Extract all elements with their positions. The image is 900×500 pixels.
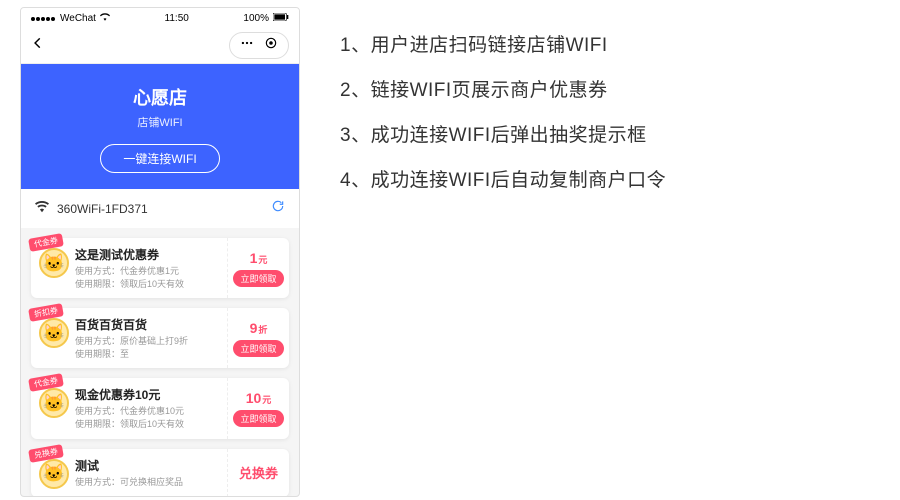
signal-dots (31, 13, 56, 24)
hero-banner: 心愿店 店铺WIFI 一键连接WIFI (21, 64, 299, 189)
wifi-icon (100, 12, 110, 25)
claim-button[interactable]: 立即领取 (233, 270, 283, 287)
coupon-sub1: 使用方式：原价基础上打9折 (75, 335, 188, 348)
target-icon[interactable] (264, 36, 278, 55)
coupon-right: 兑换券 (227, 449, 289, 496)
back-icon[interactable] (31, 36, 45, 55)
coupon-value: 9折 (250, 320, 268, 336)
shop-name: 心愿店 (21, 84, 299, 110)
nav-bar (21, 28, 299, 64)
connect-wifi-button[interactable]: 一键连接WIFI (100, 144, 219, 173)
cat-icon: 🐱 (39, 459, 69, 489)
coupon-right: 9折 立即领取 (227, 308, 289, 368)
battery-icon (273, 13, 289, 24)
coupon-card[interactable]: 折扣券 🐱 百货百货百货 使用方式：原价基础上打9折 使用期限：至 9折 立即领… (31, 308, 289, 368)
phone-mockup: WeChat 11:50 100% 心愿店 店铺WIFI 一键连接WIFI 36… (20, 7, 300, 497)
shop-subtitle: 店铺WIFI (21, 114, 299, 130)
battery-label: 100% (243, 13, 269, 24)
cat-icon: 🐱 (39, 248, 69, 278)
carrier-label: WeChat (60, 13, 96, 24)
coupon-sub2: 使用期限：领取后10天有效 (75, 278, 184, 291)
wifi-ssid: 360WiFi-1FD371 (57, 202, 148, 216)
coupon-card[interactable]: 代金券 🐱 现金优惠券10元 使用方式：代金券优惠10元 使用期限：领取后10天… (31, 378, 289, 438)
coupon-sub2: 使用期限：领取后10天有效 (75, 418, 184, 431)
wifi-row[interactable]: 360WiFi-1FD371 (21, 189, 299, 228)
time-label: 11:50 (165, 13, 189, 24)
coupon-value: 10元 (246, 390, 272, 406)
coupon-card[interactable]: 兑换券 🐱 测试 使用方式：可兑换相应奖品 兑换券 (31, 449, 289, 496)
coupon-title: 这是测试优惠券 (75, 246, 184, 263)
coupon-sub2: 使用期限：至 (75, 348, 188, 361)
cat-icon: 🐱 (39, 318, 69, 348)
cat-icon: 🐱 (39, 388, 69, 418)
claim-button[interactable]: 立即领取 (233, 340, 283, 357)
coupon-card[interactable]: 代金券 🐱 这是测试优惠券 使用方式：代金券优惠1元 使用期限：领取后10天有效… (31, 238, 289, 298)
instruction-line: 2、链接WIFI页展示商户优惠券 (340, 75, 880, 102)
coupon-value: 1元 (250, 250, 268, 266)
coupon-title: 测试 (75, 457, 183, 474)
refresh-icon[interactable] (271, 199, 285, 218)
coupon-right: 10元 立即领取 (227, 378, 289, 438)
instructions-panel: 1、用户进店扫码链接店铺WIFI 2、链接WIFI页展示商户优惠券 3、成功连接WI… (300, 0, 900, 500)
wifi-icon (35, 200, 49, 217)
status-bar: WeChat 11:50 100% (21, 8, 299, 28)
coupon-left: 🐱 百货百货百货 使用方式：原价基础上打9折 使用期限：至 (31, 308, 227, 368)
nav-actions (229, 32, 289, 59)
coupon-list: 代金券 🐱 这是测试优惠券 使用方式：代金券优惠1元 使用期限：领取后10天有效… (21, 228, 299, 496)
coupon-left: 🐱 这是测试优惠券 使用方式：代金券优惠1元 使用期限：领取后10天有效 (31, 238, 227, 298)
more-icon[interactable] (240, 36, 254, 55)
instruction-line: 1、用户进店扫码链接店铺WIFI (340, 30, 880, 57)
coupon-value: 兑换券 (239, 463, 278, 482)
coupon-title: 百货百货百货 (75, 316, 188, 333)
instruction-line: 3、成功连接WIFI后弹出抽奖提示框 (340, 120, 880, 147)
coupon-right: 1元 立即领取 (227, 238, 289, 298)
claim-button[interactable]: 立即领取 (233, 410, 283, 427)
coupon-sub1: 使用方式：可兑换相应奖品 (75, 476, 183, 489)
coupon-sub1: 使用方式：代金券优惠1元 (75, 265, 184, 278)
coupon-sub1: 使用方式：代金券优惠10元 (75, 405, 184, 418)
instruction-line: 4、成功连接WIFI后自动复制商户口令 (340, 165, 880, 192)
coupon-title: 现金优惠券10元 (75, 386, 184, 403)
coupon-left: 🐱 现金优惠券10元 使用方式：代金券优惠10元 使用期限：领取后10天有效 (31, 378, 227, 438)
